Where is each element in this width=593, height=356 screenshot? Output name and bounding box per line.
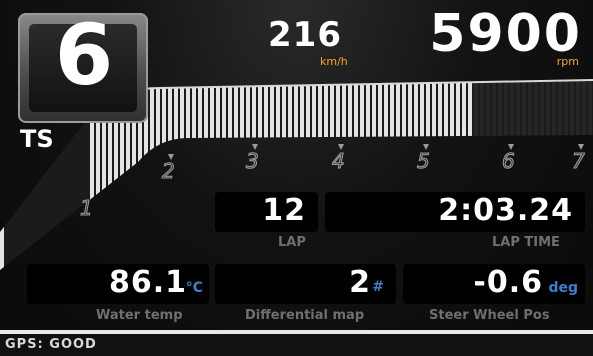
rpm-stripe-lit xyxy=(312,80,316,270)
rpm-stripe-lit xyxy=(348,80,352,270)
differential-map-value: 2 xyxy=(349,265,370,300)
status-bar: GPS: GOOD xyxy=(0,334,593,356)
lap-time-box: 2:03.24 xyxy=(325,192,585,232)
rpm-stripe-lit xyxy=(0,80,4,270)
rpm-stripe-lit xyxy=(186,80,190,270)
rpm-stripe-lit xyxy=(306,80,310,270)
rpm-scale-label: 1 xyxy=(80,196,93,220)
rpm-stripe-lit xyxy=(384,80,388,270)
gear-mode-label: TS xyxy=(20,125,54,153)
gear-value: 6 xyxy=(54,6,113,104)
lap-value: 12 xyxy=(262,193,306,228)
rpm-stripe-lit xyxy=(450,80,454,270)
differential-map-label: Differential map xyxy=(245,308,365,323)
rpm-stripe-lit xyxy=(192,80,196,270)
rpm-unit: rpm xyxy=(556,55,579,68)
rpm-stripe-lit xyxy=(198,80,202,270)
rpm-stripe-lit xyxy=(216,80,220,270)
rpm-stripe-lit xyxy=(270,80,274,270)
rpm-stripe-lit xyxy=(432,80,436,270)
rpm-stripe-lit xyxy=(264,80,268,270)
lap-box: 12 xyxy=(215,192,318,232)
rpm-stripe-lit xyxy=(180,80,184,270)
lap-label: LAP xyxy=(278,235,306,250)
rpm-stripe-unlit xyxy=(486,80,490,270)
rpm-stripe-lit xyxy=(390,80,394,270)
rpm-stripe-lit xyxy=(378,80,382,270)
differential-map-box: 2 # xyxy=(215,264,396,304)
rpm-stripe-unlit xyxy=(480,80,484,270)
rpm-stripe-lit xyxy=(396,80,400,270)
rpm-scale-label: 7 xyxy=(572,149,585,173)
water-temp-label: Water temp xyxy=(96,308,183,323)
rpm-stripe-lit xyxy=(372,80,376,270)
rpm-stripe-lit xyxy=(204,80,208,270)
rpm-stripe-lit xyxy=(402,80,406,270)
steer-wheel-pos-box: -0.6 deg xyxy=(403,264,585,304)
rpm-stripe-unlit xyxy=(582,80,586,270)
rpm-stripe-lit xyxy=(354,80,358,270)
lap-time-label: LAP TIME xyxy=(492,235,560,250)
rpm-stripe-lit xyxy=(330,80,334,270)
water-temp-unit: °C xyxy=(185,280,203,296)
rpm-stripe-lit xyxy=(228,80,232,270)
rpm-stripe-lit xyxy=(324,80,328,270)
rpm-scale-label: 4 xyxy=(332,149,345,173)
speed-unit: km/h xyxy=(320,55,348,68)
steer-wheel-pos-value: -0.6 xyxy=(473,265,543,300)
differential-map-unit: # xyxy=(372,279,384,295)
lap-time-value: 2:03.24 xyxy=(438,193,573,228)
rpm-stripe-lit xyxy=(414,80,418,270)
water-temp-value: 86.1 xyxy=(108,265,187,300)
rpm-tick-marks xyxy=(168,144,584,160)
rpm-stripe-lit xyxy=(156,80,160,270)
rpm-stripe-unlit xyxy=(570,80,574,270)
race-dashboard: 1234567 6 TS 216 km/h 5900 rpm 12 LAP 2:… xyxy=(0,0,593,356)
rpm-stripe-unlit xyxy=(588,80,592,270)
rpm-stripe-unlit xyxy=(576,80,580,270)
rpm-scale-label: 5 xyxy=(417,149,430,173)
rpm-stripe-lit xyxy=(468,80,472,270)
rpm-stripe-lit xyxy=(426,80,430,270)
rpm-scale-label: 2 xyxy=(162,159,175,183)
steer-wheel-pos-unit: deg xyxy=(548,280,578,296)
rpm-stripe-lit xyxy=(438,80,442,270)
rpm-stripe-lit xyxy=(240,80,244,270)
rpm-stripe-lit xyxy=(222,80,226,270)
rpm-scale-label: 3 xyxy=(246,149,259,173)
rpm-stripe-lit xyxy=(210,80,214,270)
rpm-stripe-lit xyxy=(252,80,256,270)
gps-status: GPS: GOOD xyxy=(5,337,97,352)
rpm-stripe-lit xyxy=(318,80,322,270)
rpm-stripe-lit xyxy=(462,80,466,270)
rpm-stripe-lit xyxy=(258,80,262,270)
rpm-stripe-lit xyxy=(336,80,340,270)
rpm-stripe-lit xyxy=(408,80,412,270)
gear-indicator: 6 xyxy=(18,6,148,123)
rpm-stripe-lit xyxy=(150,80,154,270)
rpm-stripe-lit xyxy=(366,80,370,270)
rpm-stripe-lit xyxy=(444,80,448,270)
rpm-stripe-unlit xyxy=(474,80,478,270)
rpm-scale-label: 6 xyxy=(502,149,515,173)
water-temp-box: 86.1 °C xyxy=(27,264,209,304)
rpm-stripe-lit xyxy=(456,80,460,270)
speed-value: 216 xyxy=(268,15,342,55)
steer-wheel-pos-label: Steer Wheel Pos xyxy=(429,308,550,323)
rpm-stripe-lit xyxy=(234,80,238,270)
rpm-stripe-lit xyxy=(246,80,250,270)
rpm-stripe-lit xyxy=(360,80,364,270)
rpm-stripe-unlit xyxy=(564,80,568,270)
rpm-stripe-lit xyxy=(342,80,346,270)
rpm-stripe-lit xyxy=(420,80,424,270)
